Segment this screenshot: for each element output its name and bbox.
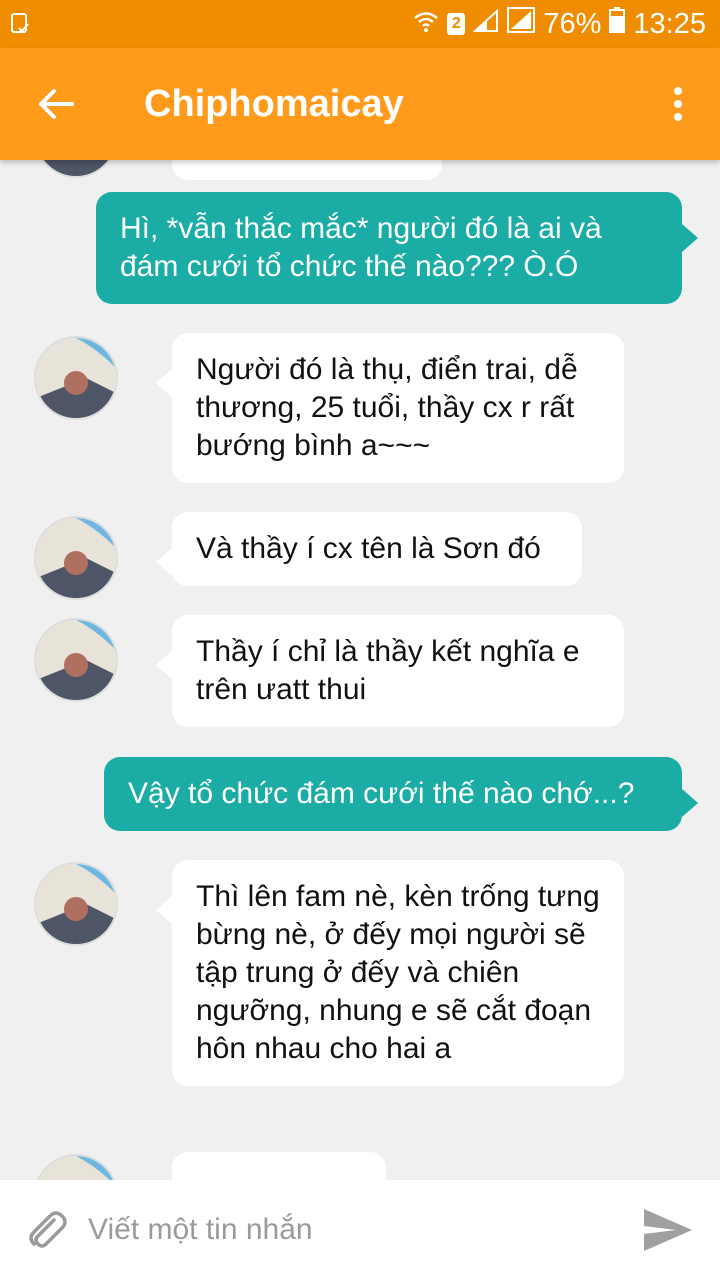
avatar-image <box>36 1156 116 1180</box>
attach-button[interactable] <box>16 1200 76 1260</box>
avatar-image <box>36 160 116 176</box>
avatar[interactable] <box>34 336 118 420</box>
overflow-menu-button[interactable] <box>666 74 690 134</box>
app-bar: Chiphomaicay <box>0 48 720 160</box>
message-bubble-partial[interactable] <box>172 1152 386 1180</box>
message-text: Thầy í chỉ là thầy kết nghĩa e trên ưatt… <box>196 635 580 706</box>
avatar[interactable] <box>34 516 118 600</box>
message-bubble-incoming[interactable]: Người đó là thụ, điển trai, dễ thương, 2… <box>156 333 624 483</box>
avatar-image <box>36 620 116 700</box>
message-text: Thì lên fam nè, kèn trống tưng bừng nè, … <box>196 880 600 1065</box>
avatar[interactable] <box>34 618 118 702</box>
battery-icon <box>609 7 626 41</box>
message-bubble-incoming[interactable]: Và thầy í cx tên là Sơn đó <box>156 512 582 586</box>
message-text: Vậy tổ chức đám cưới thế nào chớ...? <box>128 777 635 810</box>
send-icon <box>644 1209 692 1251</box>
send-button[interactable] <box>640 1202 696 1258</box>
message-bubble-outgoing[interactable]: Vậy tổ chức đám cưới thế nào chớ...? <box>104 757 698 831</box>
wifi-icon <box>413 8 439 41</box>
message-composer <box>0 1180 720 1280</box>
message-list[interactable]: Hì, *vẫn thắc mắc* người đó là ai và đám… <box>0 160 720 1180</box>
conversation-title: Chiphomaicay <box>144 82 404 125</box>
battery-percent: 76% <box>543 7 602 40</box>
message-bubble-partial[interactable] <box>172 160 442 180</box>
clock: 13:25 <box>633 7 706 40</box>
message-text: Hì, *vẫn thắc mắc* người đó là ai và đám… <box>120 212 602 283</box>
avatar-image <box>36 864 116 944</box>
back-button[interactable] <box>26 74 86 134</box>
avatar[interactable] <box>34 862 118 946</box>
avatar-image <box>36 518 116 598</box>
message-text: Người đó là thụ, điển trai, dễ thương, 2… <box>196 353 578 462</box>
message-input[interactable] <box>86 1199 630 1261</box>
avatar[interactable] <box>34 1154 118 1180</box>
avatar-image <box>36 338 116 418</box>
sim-badge: 2 <box>447 13 466 35</box>
message-text: Và thầy í cx tên là Sơn đó <box>196 532 541 565</box>
status-bar: 2 76% 13:25 <box>0 0 720 48</box>
avatar[interactable] <box>34 160 118 178</box>
arrow-left-icon <box>39 89 74 119</box>
signal-icon <box>472 8 499 41</box>
signal-icon-2 <box>507 7 536 41</box>
message-bubble-outgoing[interactable]: Hì, *vẫn thắc mắc* người đó là ai và đám… <box>96 192 698 304</box>
paperclip-icon <box>29 1211 67 1248</box>
notification-icon <box>10 12 34 36</box>
message-bubble-incoming[interactable]: Thì lên fam nè, kèn trống tưng bừng nè, … <box>156 860 624 1086</box>
message-bubble-incoming[interactable]: Thầy í chỉ là thầy kết nghĩa e trên ưatt… <box>156 615 624 727</box>
more-vert-icon <box>674 87 682 121</box>
